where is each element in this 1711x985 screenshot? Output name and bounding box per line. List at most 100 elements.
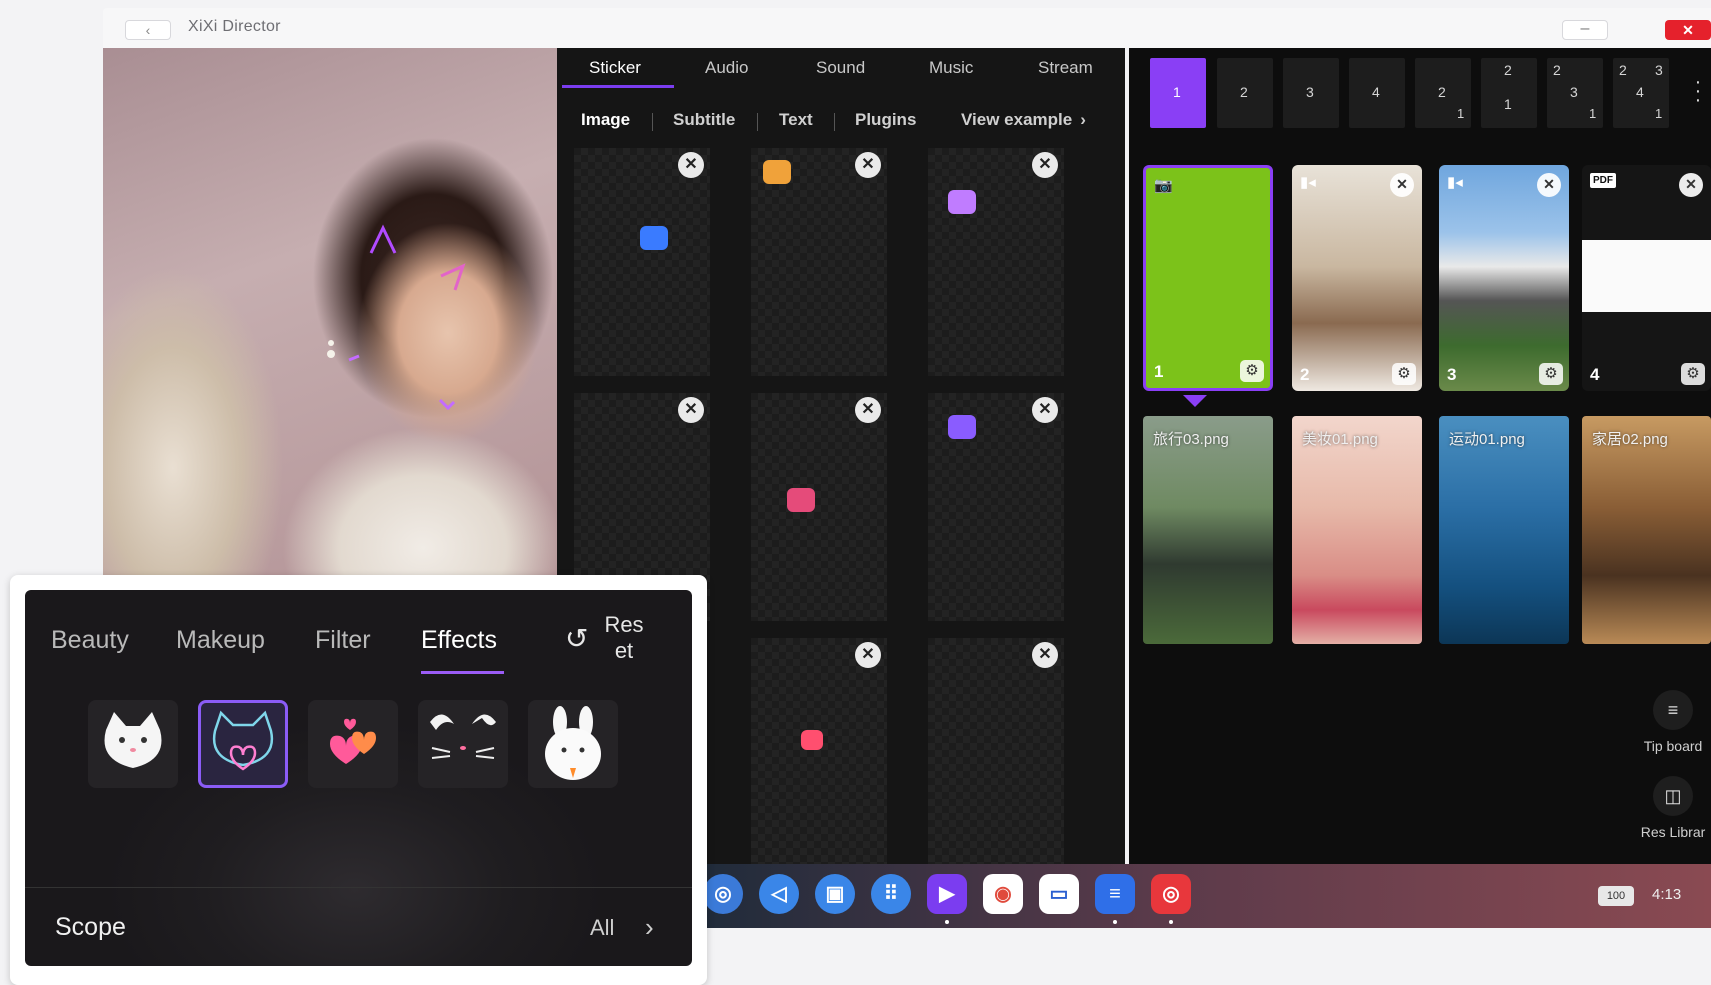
- layout-label: 4: [1372, 84, 1380, 100]
- layout-button-1[interactable]: 1: [1150, 58, 1206, 128]
- effect-cat-face[interactable]: [88, 700, 178, 788]
- layout-button-three[interactable]: 2 3 1: [1547, 58, 1603, 128]
- media-item[interactable]: 旅行03.png: [1143, 416, 1273, 644]
- media-item[interactable]: 美妆01.png: [1292, 416, 1422, 644]
- remove-source-button[interactable]: ✕: [1679, 173, 1703, 197]
- tab-beauty[interactable]: Beauty: [51, 626, 129, 655]
- remove-source-button[interactable]: ✕: [1537, 173, 1561, 197]
- close-icon: ✕: [1685, 176, 1697, 192]
- source-card-2[interactable]: ▮◂ ✕ 2 ⚙: [1292, 165, 1422, 391]
- scope-value[interactable]: All: [590, 915, 614, 941]
- subtab-subtitle[interactable]: Subtitle: [673, 110, 735, 130]
- source-number: 4: [1590, 365, 1600, 384]
- list-icon: ≡: [1653, 690, 1693, 730]
- settings-gear-icon[interactable]: ⚙: [1392, 363, 1416, 385]
- remove-sticker-button[interactable]: ✕: [855, 642, 881, 668]
- minimize-button[interactable]: –: [1562, 20, 1608, 40]
- more-menu-icon[interactable]: · · ·: [1693, 72, 1703, 110]
- tab-filter[interactable]: Filter: [315, 626, 371, 655]
- subtab-text[interactable]: Text: [779, 110, 813, 130]
- chrome-icon[interactable]: ◉: [983, 874, 1023, 914]
- notes-app-icon[interactable]: ≡: [1095, 874, 1135, 914]
- view-example-link[interactable]: View example ›: [961, 110, 1086, 130]
- music-app-icon[interactable]: ◎: [1151, 874, 1191, 914]
- remove-sticker-button[interactable]: ✕: [1032, 397, 1058, 423]
- source-card-4[interactable]: PDF ✕ 4 ⚙: [1582, 165, 1711, 391]
- layout-button-pip[interactable]: 2 1: [1415, 58, 1471, 128]
- settings-gear-icon[interactable]: ⚙: [1681, 363, 1705, 385]
- effect-hearts[interactable]: [308, 700, 398, 788]
- sticker-thumbnail: [948, 415, 976, 439]
- tab-stream[interactable]: Stream: [1038, 58, 1093, 78]
- layout-label: 2: [1240, 84, 1248, 100]
- layout-label: 1: [1589, 106, 1597, 121]
- back-nav-icon[interactable]: ◁: [759, 874, 799, 914]
- remove-sticker-button[interactable]: ✕: [855, 152, 881, 178]
- tip-board-button[interactable]: ≡ Tip board: [1635, 690, 1711, 754]
- remove-sticker-button[interactable]: ✕: [855, 397, 881, 423]
- sticker-item[interactable]: ✕: [928, 638, 1064, 866]
- video-camera-icon: ▮◂: [1300, 174, 1316, 191]
- pdf-icon: PDF: [1590, 173, 1616, 188]
- close-icon: ✕: [1038, 401, 1052, 418]
- layout-button-split[interactable]: 2 1: [1481, 58, 1537, 128]
- res-library-label: Res Librar: [1640, 824, 1706, 840]
- remove-sticker-button[interactable]: ✕: [678, 152, 704, 178]
- close-icon: ✕: [1038, 156, 1052, 173]
- window-app-icon[interactable]: ▭: [1039, 874, 1079, 914]
- layout-button-2[interactable]: 2: [1217, 58, 1273, 128]
- remove-sticker-button[interactable]: ✕: [1032, 642, 1058, 668]
- remove-sticker-button[interactable]: ✕: [678, 397, 704, 423]
- app-grid-icon[interactable]: ⠿: [871, 874, 911, 914]
- tab-effects[interactable]: Effects: [421, 626, 497, 655]
- tip-board-label: Tip board: [1643, 738, 1703, 754]
- layout-label: 1: [1655, 106, 1663, 121]
- screenshot-app-icon[interactable]: ◎: [703, 874, 743, 914]
- sticker-item[interactable]: ✕: [751, 638, 887, 866]
- xixi-director-icon[interactable]: ▶: [927, 874, 967, 914]
- settings-gear-icon[interactable]: ⚙: [1539, 363, 1563, 385]
- media-item[interactable]: 家居02.png: [1582, 416, 1711, 644]
- tab-audio[interactable]: Audio: [705, 58, 748, 78]
- sticker-item[interactable]: ✕: [928, 148, 1064, 376]
- sticker-item[interactable]: ✕: [928, 393, 1064, 621]
- effect-bunny-ears[interactable]: [418, 700, 508, 788]
- sticker-item[interactable]: ✕: [574, 148, 710, 376]
- effect-cat-heart[interactable]: [198, 700, 288, 788]
- close-icon: ✕: [861, 646, 875, 663]
- tab-sound[interactable]: Sound: [816, 58, 865, 78]
- reset-button[interactable]: ↺ Res et: [565, 612, 657, 672]
- media-item[interactable]: 运动01.png: [1439, 416, 1569, 644]
- source-card-1[interactable]: 📷 1 ⚙: [1143, 165, 1273, 391]
- layout-label: 2: [1504, 62, 1512, 78]
- layout-button-3[interactable]: 3: [1283, 58, 1339, 128]
- settings-gear-icon[interactable]: ⚙: [1240, 360, 1264, 382]
- sticker-item[interactable]: ✕: [751, 393, 887, 621]
- cat-heart-icon: [212, 710, 274, 771]
- source-card-3[interactable]: ▮◂ ✕ 3 ⚙: [1439, 165, 1569, 391]
- bunny-ears-icon: [430, 714, 496, 759]
- main-tabs: Sticker Audio Sound Music Stream: [557, 48, 1125, 92]
- tab-music[interactable]: Music: [929, 58, 973, 78]
- remove-sticker-button[interactable]: ✕: [1032, 152, 1058, 178]
- tab-makeup[interactable]: Makeup: [176, 626, 265, 655]
- layout-label: 2: [1438, 84, 1446, 100]
- divider: [834, 113, 835, 131]
- reset-icon: ↺: [565, 623, 589, 654]
- layout-label: 1: [1457, 106, 1465, 121]
- back-button[interactable]: ‹: [125, 20, 171, 40]
- sticker-item[interactable]: ✕: [751, 148, 887, 376]
- subtab-plugins[interactable]: Plugins: [855, 110, 916, 130]
- close-button[interactable]: ✕: [1665, 20, 1711, 40]
- remove-source-button[interactable]: ✕: [1390, 173, 1414, 197]
- chevron-right-icon[interactable]: ›: [645, 912, 654, 943]
- res-library-button[interactable]: ◫ Res Librar: [1635, 776, 1711, 840]
- divider: [652, 113, 653, 131]
- layout-button-four[interactable]: 2 3 4 1: [1613, 58, 1669, 128]
- camera-preview: [103, 48, 557, 575]
- tab-sticker[interactable]: Sticker: [589, 58, 641, 78]
- effect-bunny[interactable]: [528, 700, 618, 788]
- layout-button-4[interactable]: 4: [1349, 58, 1405, 128]
- recent-apps-icon[interactable]: ▣: [815, 874, 855, 914]
- subtab-image[interactable]: Image: [581, 110, 630, 130]
